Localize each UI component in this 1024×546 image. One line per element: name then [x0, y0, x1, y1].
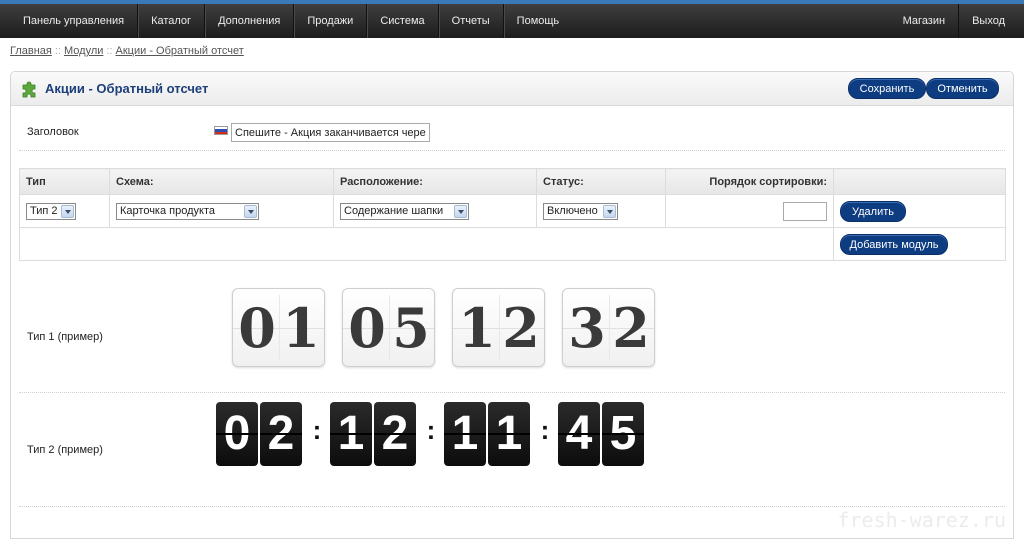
column-header-type: Тип [19, 168, 110, 195]
divider [19, 506, 1005, 507]
cell-actions: Удалить [833, 194, 1006, 228]
module-edit-panel: Акции - Обратный отсчет Сохранить Отмени… [10, 71, 1014, 539]
type2-separator: : [426, 415, 436, 445]
cell-sort-order [665, 194, 834, 228]
type2-digit: 1 [444, 402, 486, 466]
breadcrumb: Главная:: Модули:: Акции - Обратный отсчет [10, 45, 244, 57]
type2-digit: 1 [330, 402, 372, 466]
type2-digit: 2 [374, 402, 416, 466]
chevron-down-icon [61, 204, 74, 218]
position-select[interactable]: Содержание шапки [340, 202, 469, 220]
menu-logout[interactable]: Выход [958, 4, 1018, 38]
menu-extensions[interactable]: Дополнения [205, 4, 295, 38]
menu-help[interactable]: Помощь [504, 4, 573, 38]
type1-digit: 2 [612, 296, 650, 360]
table-row: Тип 2 Карточка продукта Содержание шапки… [19, 194, 1006, 228]
type1-digit: 0 [238, 296, 276, 360]
menu-sales[interactable]: Продажи [294, 4, 368, 38]
type1-digit: 1 [282, 296, 320, 360]
sort-order-input[interactable] [783, 201, 827, 221]
chevron-down-icon [454, 204, 467, 218]
page-title: Акции - Обратный отсчет [45, 81, 209, 96]
menu-reports[interactable]: Отчеты [439, 4, 504, 38]
type2-separator: : [540, 415, 550, 445]
cell-type: Тип 2 [19, 194, 110, 228]
menu-store[interactable]: Магазин [890, 4, 958, 38]
main-menu: Панель управления Каталог Дополнения Про… [10, 4, 572, 38]
breadcrumb-current[interactable]: Акции - Обратный отсчет [116, 45, 244, 57]
type2-example-label: Тип 2 (пример) [27, 444, 103, 456]
breadcrumb-separator: :: [106, 45, 113, 57]
breadcrumb-separator: :: [54, 45, 61, 57]
breadcrumb-home[interactable]: Главная [10, 45, 52, 57]
type1-digit: 2 [502, 296, 540, 360]
type1-digit-card: 1 2 [452, 288, 545, 367]
watermark: fresh-warez.ru [837, 508, 1006, 532]
type1-digit: 3 [568, 296, 606, 360]
cell-position: Содержание шапки [333, 194, 537, 228]
cell-layout: Карточка продукта [109, 194, 334, 228]
puzzle-piece-icon [22, 81, 36, 98]
top-navigation-bar: Панель управления Каталог Дополнения Про… [0, 0, 1024, 38]
status-select[interactable]: Включено [543, 202, 618, 220]
cell-add-module: Добавить модуль [833, 227, 1006, 261]
cell-status: Включено [536, 194, 666, 228]
table-header-row: Тип Схема: Расположение: Статус: Порядок… [19, 168, 1006, 195]
type1-digit: 5 [392, 296, 430, 360]
module-table: Тип Схема: Расположение: Статус: Порядок… [19, 168, 1006, 261]
table-footer-row: Добавить модуль [19, 227, 1006, 261]
type1-digit: 1 [458, 296, 496, 360]
column-header-status: Статус: [536, 168, 666, 195]
type-select[interactable]: Тип 2 [26, 202, 76, 220]
type1-digit-card: 0 5 [342, 288, 435, 367]
menu-system[interactable]: Система [367, 4, 439, 38]
cancel-button[interactable]: Отменить [926, 78, 999, 99]
type2-separator: : [312, 415, 322, 445]
panel-header: Акции - Обратный отсчет Сохранить Отмени… [11, 72, 1013, 106]
add-module-button[interactable]: Добавить модуль [840, 233, 948, 255]
type1-digit: 0 [348, 296, 386, 360]
layout-select[interactable]: Карточка продукта [116, 202, 259, 220]
type2-digit: 4 [558, 402, 600, 466]
menu-catalog[interactable]: Каталог [138, 4, 206, 38]
type1-digit-card: 0 1 [232, 288, 325, 367]
divider [19, 150, 1005, 151]
menu-dashboard[interactable]: Панель управления [10, 4, 139, 38]
russian-flag-icon [214, 126, 228, 135]
column-header-position: Расположение: [333, 168, 537, 195]
chevron-down-icon [603, 204, 616, 218]
chevron-down-icon [244, 204, 257, 218]
delete-button[interactable]: Удалить [840, 200, 906, 222]
divider [19, 392, 1005, 393]
type1-digit-card: 3 2 [562, 288, 655, 367]
column-header-sort-order: Порядок сортировки: [665, 168, 834, 195]
column-header-layout: Схема: [109, 168, 334, 195]
save-button[interactable]: Сохранить [848, 78, 926, 99]
type1-example-label: Тип 1 (пример) [27, 331, 103, 343]
type2-digit: 0 [216, 402, 258, 466]
column-header-actions [833, 168, 1006, 195]
user-menu: Магазин Выход [890, 4, 1018, 38]
title-input[interactable] [231, 123, 430, 142]
type2-digit: 5 [602, 402, 644, 466]
type2-digit: 1 [488, 402, 530, 466]
title-field-label: Заголовок [27, 126, 79, 138]
breadcrumb-modules[interactable]: Модули [64, 45, 103, 57]
type2-digit: 2 [260, 402, 302, 466]
